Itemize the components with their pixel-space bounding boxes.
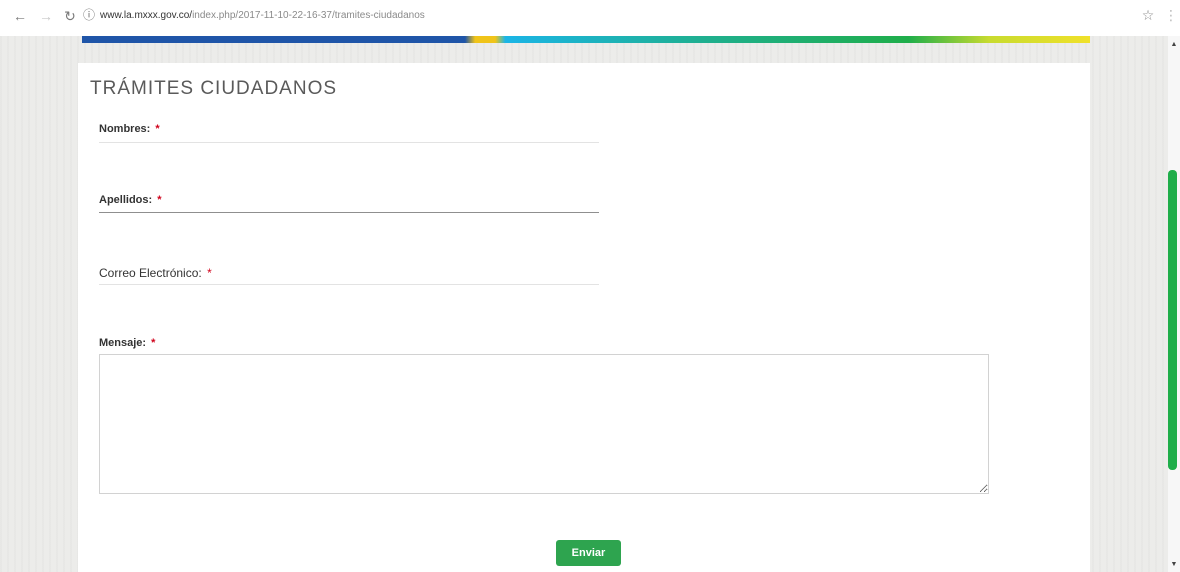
star-icon[interactable]: ☆ (1140, 7, 1156, 23)
nombres-label: Nombres: * (99, 123, 160, 135)
mensaje-textarea[interactable] (99, 354, 989, 494)
mensaje-label: Mensaje: * (99, 337, 155, 349)
correo-label-text: Correo Electrónico: (99, 266, 202, 280)
address-bar[interactable]: www.la.mxxx.gov.co/index.php/2017-11-10-… (100, 7, 1000, 25)
info-icon[interactable]: ⓘ (82, 8, 96, 22)
menu-dots-icon[interactable]: ⋮ (1164, 7, 1178, 23)
forward-arrow-icon[interactable]: → (38, 8, 54, 24)
correo-label: Correo Electrónico: * (99, 266, 212, 280)
reload-icon[interactable]: ↻ (62, 8, 78, 24)
form-card: TRÁMITES CIUDADANOS Nombres: * Apellidos… (78, 63, 1090, 572)
brand-color-stripe (82, 36, 1090, 43)
url-path: index.php/2017-11-10-22-16-37/tramites-c… (192, 10, 425, 21)
enviar-button[interactable]: Enviar (556, 540, 621, 566)
page-title: TRÁMITES CIUDADANOS (90, 78, 338, 99)
url-host: www.la.mxxx.gov.co/ (100, 10, 193, 21)
nombres-label-text: Nombres: (99, 123, 151, 135)
required-mark: * (151, 337, 156, 349)
browser-toolbar: ← → ↻ ⓘ www.la.mxxx.gov.co/index.php/201… (0, 0, 1180, 36)
mensaje-label-text: Mensaje: (99, 337, 147, 349)
apellidos-input[interactable] (99, 212, 599, 240)
apellidos-label-text: Apellidos: (99, 194, 153, 206)
back-arrow-icon[interactable]: ← (12, 8, 28, 24)
correo-input[interactable] (99, 284, 599, 312)
scroll-down-icon[interactable]: ▼ (1168, 560, 1180, 570)
apellidos-label: Apellidos: * (99, 194, 162, 206)
nombres-input[interactable] (99, 142, 599, 170)
scroll-up-icon[interactable]: ▲ (1168, 40, 1180, 50)
required-mark: * (157, 194, 162, 206)
required-mark: * (155, 123, 160, 135)
vertical-scrollbar[interactable]: ▲ ▼ (1168, 36, 1180, 572)
required-mark: * (207, 266, 212, 280)
scrollbar-thumb[interactable] (1168, 170, 1177, 470)
